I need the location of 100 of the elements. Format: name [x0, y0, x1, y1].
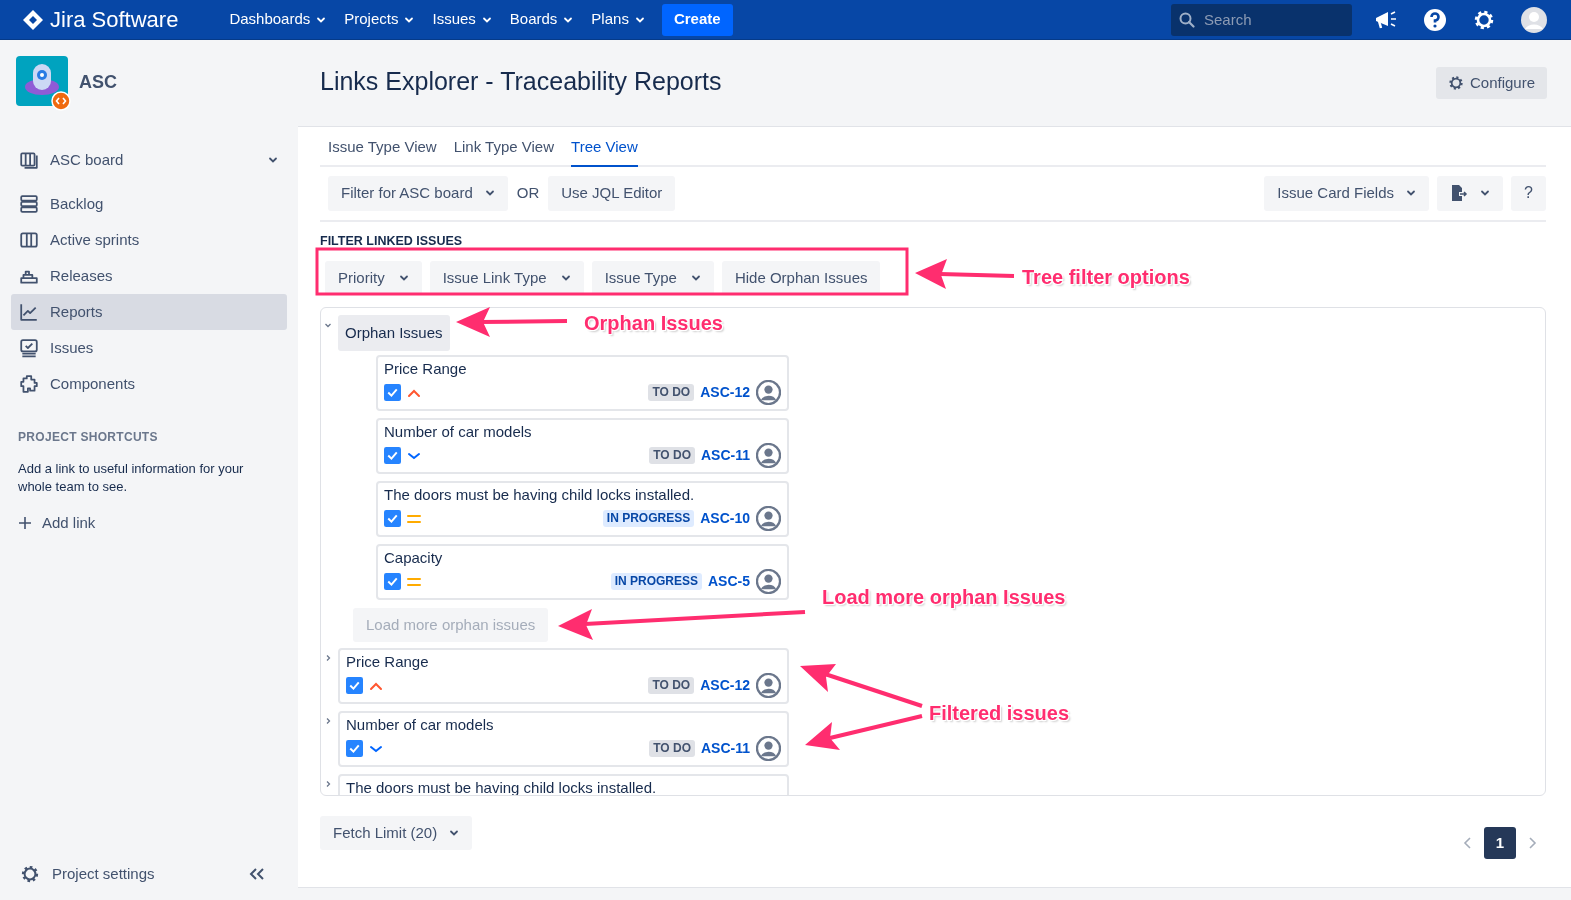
- fetch-limit-dropdown[interactable]: Fetch Limit (20): [320, 816, 473, 851]
- status-badge: TO DO: [648, 384, 695, 402]
- avatar-icon: [756, 443, 781, 469]
- sidebar-item[interactable]: Active sprints: [11, 222, 287, 258]
- issue-card[interactable]: The doors must be having child locks installed. IN PROGRESS ASC-10: [376, 481, 789, 538]
- issue-card[interactable]: Number of car models TO DO ASC-11: [376, 418, 789, 475]
- view-tab[interactable]: Tree View: [571, 136, 638, 167]
- filter-button[interactable]: Issue Type: [591, 261, 714, 296]
- chevron-down-icon[interactable]: [324, 321, 332, 330]
- issue-key[interactable]: ASC-12: [700, 675, 750, 697]
- chevron-right-icon[interactable]: [324, 780, 332, 789]
- chevron-down-icon: [484, 188, 495, 198]
- nav-menu[interactable]: Projects: [335, 3, 424, 36]
- issue-key[interactable]: ASC-11: [700, 738, 750, 760]
- task-icon: [384, 384, 401, 402]
- sidebar-item[interactable]: Releases: [11, 258, 287, 294]
- or-label: OR: [515, 182, 541, 203]
- create-button[interactable]: Create: [661, 3, 733, 36]
- issue-card[interactable]: Price Range TO DO ASC-12: [338, 648, 789, 705]
- chevron-down-icon: [1406, 188, 1416, 198]
- configure-button[interactable]: Configure: [1435, 67, 1547, 99]
- sidebar-item[interactable]: Reports: [11, 294, 287, 330]
- search-field[interactable]: Search: [1171, 3, 1352, 36]
- annotation-label: Load more orphan Issues: [822, 585, 1066, 610]
- components-icon: [19, 374, 39, 394]
- jql-editor-button[interactable]: Use JQL Editor: [548, 175, 676, 211]
- issue-summary: The doors must be having child locks installed.: [384, 485, 696, 506]
- nav-menu[interactable]: Boards: [500, 3, 583, 36]
- sprints-icon: [19, 230, 39, 250]
- issue-summary: Number of car models: [346, 715, 495, 736]
- page-button[interactable]: 1: [1484, 827, 1516, 860]
- status-badge: IN PROGRESS: [602, 510, 695, 528]
- chevron-down-icon: [268, 155, 278, 165]
- help-button[interactable]: ?: [1511, 175, 1546, 211]
- plus-icon: [18, 516, 32, 531]
- issue-summary: Number of car models: [384, 422, 533, 443]
- export-dropdown[interactable]: [1437, 175, 1503, 211]
- avatar-icon: [756, 736, 781, 762]
- filter-button[interactable]: Issue Link Type: [429, 261, 584, 296]
- chevron-right-icon[interactable]: [324, 654, 332, 663]
- issue-card[interactable]: Price Range TO DO ASC-12: [376, 355, 789, 412]
- board-icon: [19, 150, 39, 170]
- board-selector[interactable]: ASC board: [11, 142, 287, 178]
- chevron-down-icon: [1480, 188, 1490, 198]
- task-icon: [384, 447, 401, 465]
- task-icon: [346, 740, 363, 758]
- shortcuts-description: Add a link to useful information for your whole team to see.: [18, 460, 245, 496]
- search-icon: [1179, 11, 1195, 28]
- project-name: ASC: [79, 70, 117, 94]
- annotation-label: Filtered issues: [929, 701, 1070, 726]
- issue-card[interactable]: Capacity IN PROGRESS ASC-5: [376, 544, 789, 601]
- status-badge: TO DO: [649, 447, 695, 465]
- task-icon: [346, 677, 363, 695]
- help-icon[interactable]: [1423, 7, 1447, 32]
- reports-icon: [19, 302, 39, 322]
- product-name[interactable]: Jira Software: [50, 3, 179, 36]
- view-tab[interactable]: Link Type View: [453, 136, 555, 167]
- nav-menu[interactable]: Issues: [423, 3, 501, 36]
- task-icon: [384, 573, 401, 591]
- view-tab[interactable]: Issue Type View: [328, 136, 437, 167]
- issue-key[interactable]: ASC-11: [700, 445, 750, 467]
- avatar-icon: [756, 380, 781, 406]
- issue-card[interactable]: Number of car models TO DO ASC-11: [338, 711, 789, 768]
- issue-summary: Price Range: [384, 359, 468, 380]
- section-heading: PROJECT SHORTCUTS: [18, 429, 159, 446]
- sidebar-item[interactable]: Backlog: [11, 186, 287, 222]
- avatar-icon: [756, 569, 781, 595]
- code-badge-icon: [51, 91, 71, 111]
- avatar-icon: [756, 673, 781, 699]
- settings-icon: [1447, 75, 1464, 91]
- task-icon: [384, 510, 401, 528]
- filter-button[interactable]: Hide Orphan Issues: [721, 261, 881, 296]
- nav-menu[interactable]: Dashboards: [220, 3, 336, 36]
- add-link[interactable]: Add link: [18, 512, 96, 535]
- status-badge: TO DO: [648, 677, 695, 695]
- collapse-icon[interactable]: [249, 866, 265, 881]
- issue-key[interactable]: ASC-12: [700, 382, 750, 404]
- card-fields-dropdown[interactable]: Issue Card Fields: [1264, 175, 1429, 211]
- sidebar-item[interactable]: Issues: [11, 330, 287, 366]
- section-heading: FILTER LINKED ISSUES: [320, 232, 464, 250]
- status-badge: TO DO: [649, 740, 695, 758]
- issue-key[interactable]: ASC-10: [700, 508, 750, 530]
- export-file-icon: [1450, 184, 1468, 202]
- orphan-issues-group[interactable]: Orphan Issues: [338, 315, 450, 352]
- page-title: Links Explorer - Traceability Reports: [320, 66, 722, 98]
- project-settings-link[interactable]: Project settings: [20, 862, 249, 885]
- avatar-icon[interactable]: [1521, 6, 1547, 33]
- diamond-logo-icon: [22, 8, 44, 31]
- filter-button[interactable]: Priority: [325, 261, 422, 296]
- megaphone-icon[interactable]: [1374, 8, 1398, 31]
- backlog-icon: [19, 194, 39, 214]
- chevron-right-icon[interactable]: [324, 717, 332, 726]
- project-avatar-icon: [16, 56, 68, 108]
- sidebar-item[interactable]: Components: [11, 366, 287, 402]
- annotation-label: Orphan Issues: [584, 311, 723, 336]
- nav-menu[interactable]: Plans: [582, 3, 654, 36]
- issues-icon: [19, 338, 39, 358]
- issue-key[interactable]: ASC-5: [708, 571, 750, 593]
- settings-icon: [20, 863, 40, 884]
- filter-dropdown[interactable]: Filter for ASC board: [328, 175, 508, 211]
